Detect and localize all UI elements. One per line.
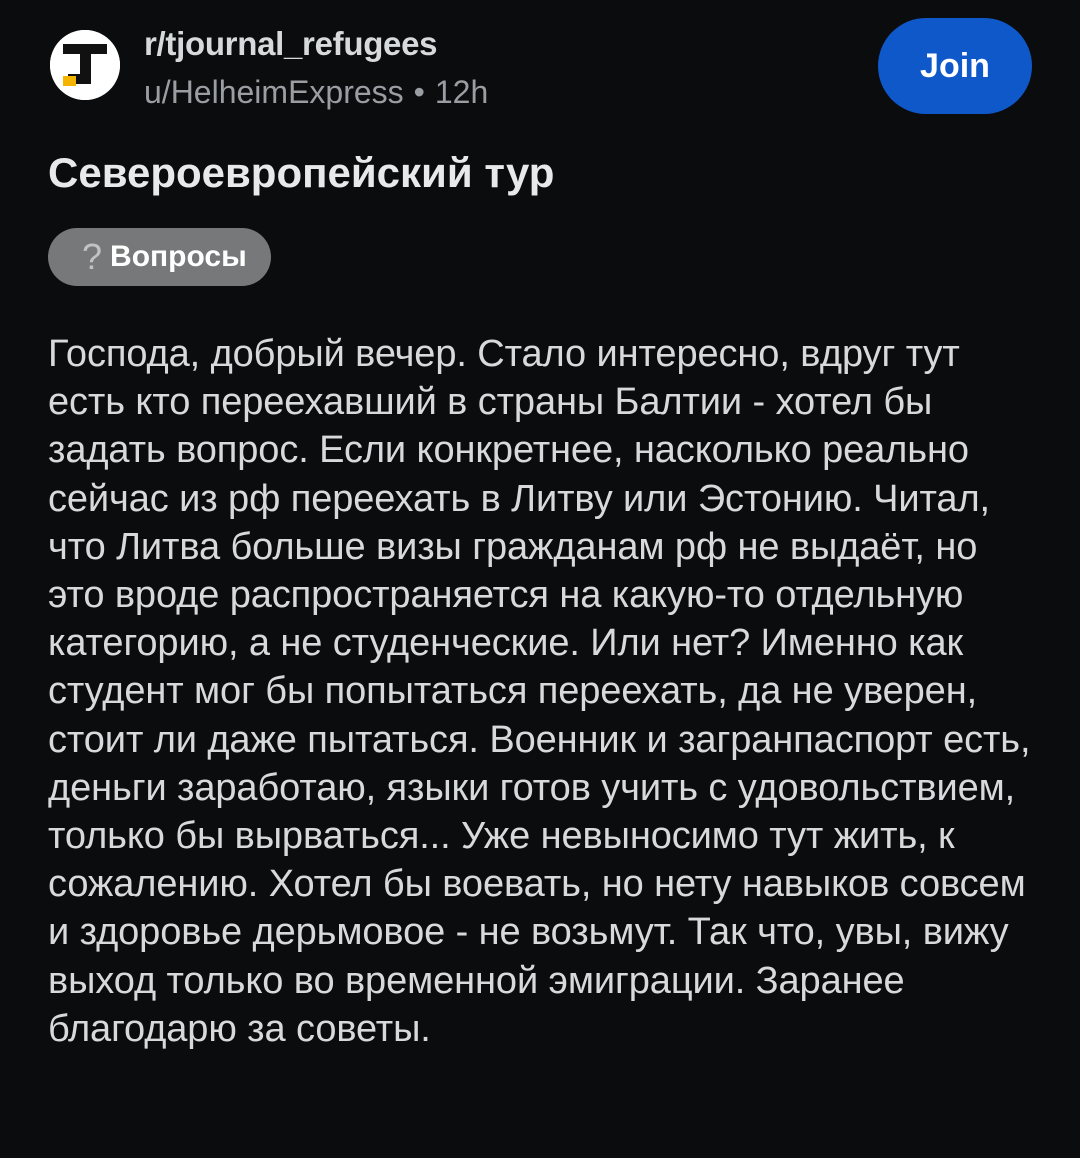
post-title[interactable]: Североевропейский тур — [48, 144, 554, 202]
post-meta: r/tjournal_refugees u/HelheimExpress • 12h — [144, 22, 488, 114]
flair-badge[interactable]: ? Вопросы — [48, 228, 271, 286]
tjournal-logo-icon — [50, 30, 120, 100]
question-icon: ? — [82, 236, 103, 277]
meta-separator: • — [413, 74, 425, 110]
post-body: Господа, добрый вечер. Стало интересно, … — [48, 333, 1031, 1050]
post-age: 12h — [434, 74, 489, 110]
subreddit-link[interactable]: r/tjournal_refugees — [144, 22, 488, 66]
author-link[interactable]: u/HelheimExpress — [144, 74, 404, 110]
flair-label: Вопросы — [110, 240, 247, 273]
subreddit-avatar[interactable] — [50, 30, 120, 100]
author-line: u/HelheimExpress • 12h — [144, 70, 488, 114]
post-header: r/tjournal_refugees u/HelheimExpress • 12h… — [48, 18, 1032, 118]
join-button[interactable]: Join — [878, 18, 1032, 114]
